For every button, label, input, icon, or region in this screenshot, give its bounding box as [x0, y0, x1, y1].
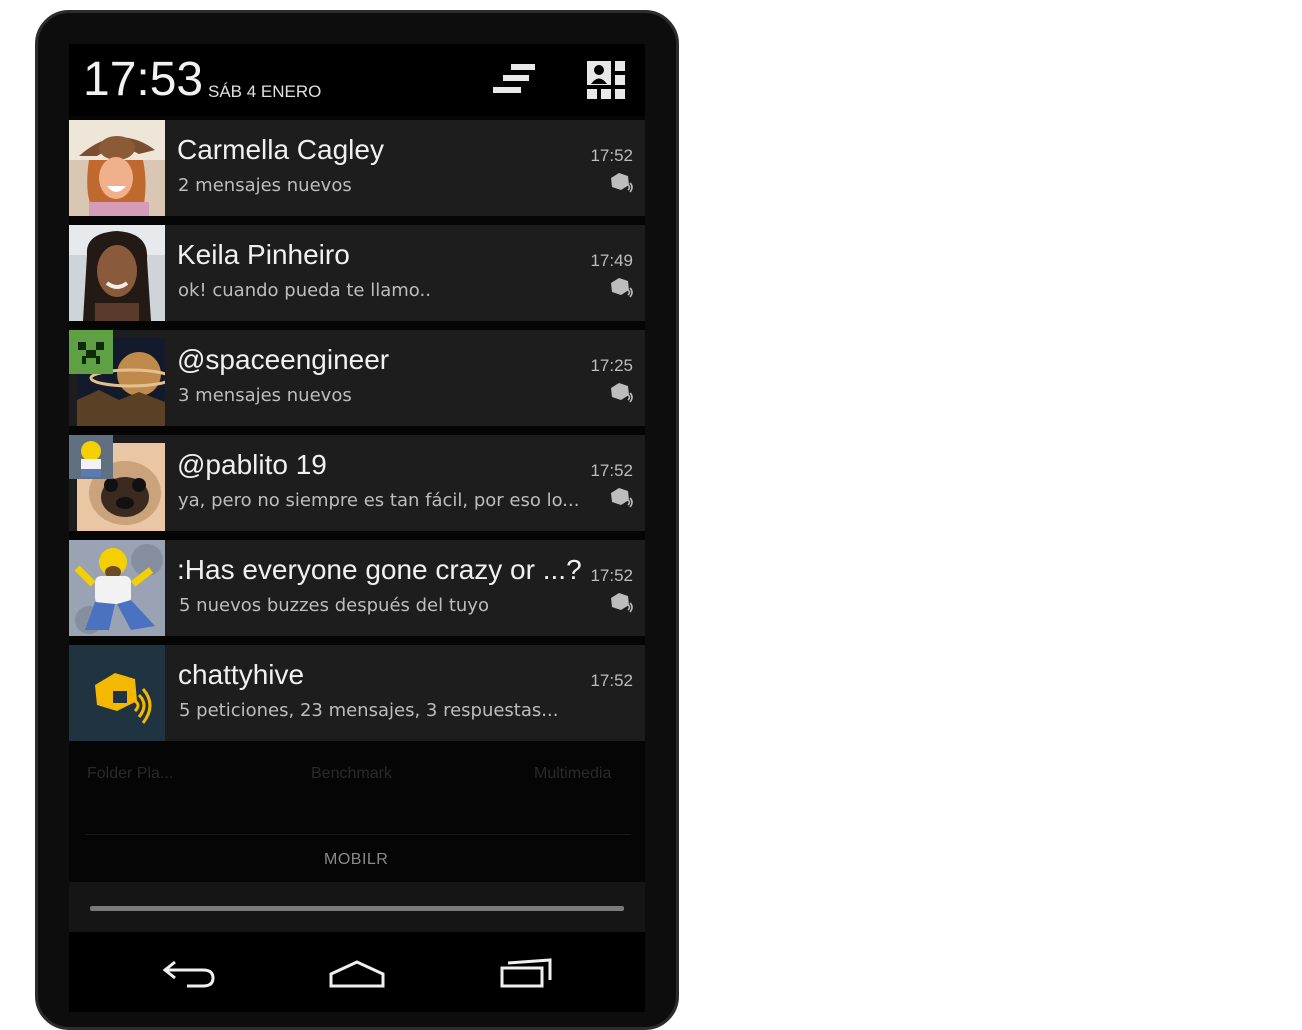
notification-time: 17:52: [590, 461, 633, 480]
contact-avatar: [69, 225, 165, 321]
topic-avatar: [69, 540, 165, 636]
chattyhive-icon: [611, 278, 633, 298]
notification-time: 17:49: [590, 251, 633, 270]
dock-label: MOBILR: [324, 851, 389, 868]
chattyhive-icon: [611, 593, 633, 613]
notification-title: Carmella Cagley: [177, 134, 384, 165]
notification-text: 2 mensajes nuevos: [178, 175, 352, 196]
notification-shade: Folder Pla... Benchmark Multimedia MOBIL…: [69, 44, 645, 932]
group-avatar: [69, 330, 165, 426]
notification-time: 17:52: [590, 671, 633, 690]
notification-item[interactable]: @spaceengineer 3 mensajes nuevos 17:25: [69, 330, 645, 426]
bg-benchmark-label: Benchmark: [311, 765, 392, 782]
notification-title: @spaceengineer: [177, 344, 390, 375]
notification-item[interactable]: chattyhive 5 peticiones, 23 mensajes, 3 …: [69, 645, 645, 741]
notification-text: 5 nuevos buzzes después del tuyo: [179, 595, 489, 616]
notification-title: chattyhive: [178, 659, 305, 690]
notification-title: @pablito 19: [177, 449, 327, 480]
notification-time: 17:52: [590, 566, 633, 585]
notification-title: Keila Pinheiro: [177, 239, 350, 270]
notification-item[interactable]: :Has everyone gone crazy or ...? 5 nuevo…: [69, 540, 645, 636]
date[interactable]: SÁB 4 ENERO: [208, 82, 321, 102]
status-header: 17:53 SÁB 4 ENERO: [69, 44, 645, 116]
group-avatar: [69, 435, 165, 531]
bg-divider: [85, 834, 631, 835]
notification-text: 3 mensajes nuevos: [178, 385, 352, 406]
contact-avatar: [69, 120, 165, 216]
notification-text: 5 peticiones, 23 mensajes, 3 respuestas.…: [179, 700, 559, 721]
chattyhive-icon: [611, 383, 633, 403]
bg-multimedia-label: Multimedia: [534, 765, 612, 782]
chattyhive-icon: [611, 488, 633, 508]
notification-text: ya, pero no siempre es tan fácil, por es…: [178, 490, 580, 511]
clock[interactable]: 17:53: [83, 52, 203, 107]
clear-all-icon[interactable]: [491, 62, 537, 98]
navigation-bar: [69, 932, 645, 1012]
home-icon[interactable]: [325, 950, 389, 990]
recents-icon[interactable]: [494, 950, 558, 990]
shade-drag-handle[interactable]: [90, 906, 624, 911]
notification-text: ok! cuando pueda te llamo..: [178, 280, 431, 301]
notification-item[interactable]: Carmella Cagley 2 mensajes nuevos 17:52: [69, 120, 645, 216]
notification-title: :Has everyone gone crazy or ...?: [177, 554, 582, 585]
bg-folder-label: Folder Pla...: [87, 765, 174, 782]
notification-time: 17:52: [590, 146, 633, 165]
notification-time: 17:25: [590, 356, 633, 375]
chattyhive-icon: [611, 173, 633, 193]
notification-item[interactable]: @pablito 19 ya, pero no siempre es tan f…: [69, 435, 645, 531]
chattyhive-logo-icon: [69, 645, 165, 741]
back-icon[interactable]: [157, 950, 221, 990]
notification-item[interactable]: Keila Pinheiro ok! cuando pueda te llamo…: [69, 225, 645, 321]
quick-settings-icon[interactable]: [586, 60, 626, 100]
